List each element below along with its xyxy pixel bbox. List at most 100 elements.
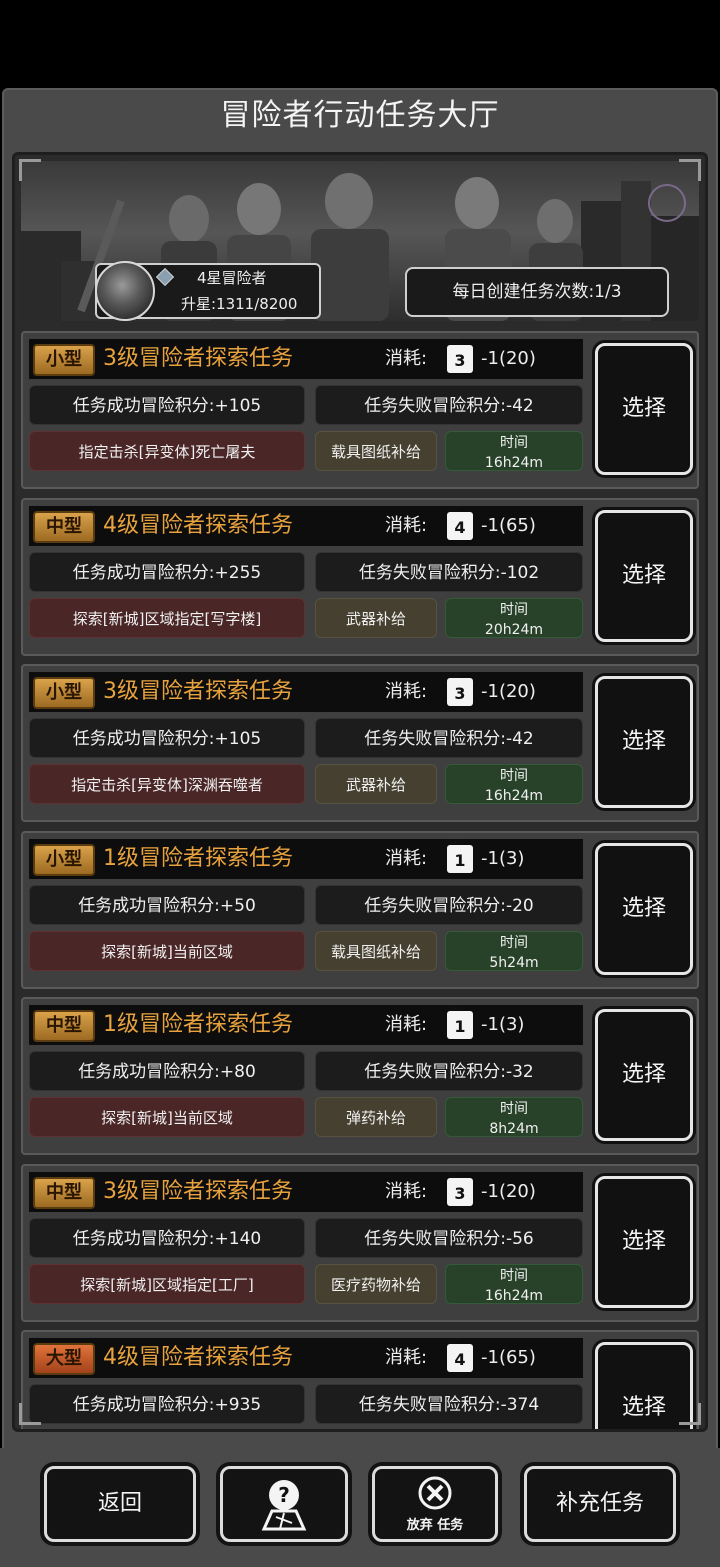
task-reward: 医疗药物补给 [315,1264,437,1304]
task-name: 1级冒险者探索任务 [103,1012,293,1037]
task-name: 4级冒险者探索任务 [103,513,293,538]
task-time: 时间 16h24m [445,431,583,471]
cost-value: -1(20) [481,348,536,369]
level-card-icon: 1 [447,837,473,873]
success-points: 任务成功冒险积分:+935 [29,1384,305,1424]
task-size-badge: 大型 [33,1343,95,1375]
avatar[interactable] [95,261,155,321]
task-size-badge: 中型 [33,511,95,543]
select-button[interactable]: 选择 [595,676,693,808]
back-button[interactable]: 返回 [44,1466,196,1542]
time-value: 5h24m [489,955,539,971]
level-card-icon: 3 [447,1170,473,1206]
task-size-badge: 中型 [33,1010,95,1042]
level-card-icon: 4 [447,504,473,540]
task-name: 1级冒险者探索任务 [103,846,293,871]
task-reward: 载具图纸补给 [315,931,437,971]
task-list-frame[interactable]: 4星冒险者 升星:1311/8200 每日创建任务次数:1/3 小型 3级冒险者探… [12,152,708,1432]
select-button[interactable]: 选择 [595,1009,693,1141]
frame-corner [679,159,701,181]
select-button[interactable]: 选择 [595,1176,693,1308]
time-value: 16h24m [484,455,544,471]
time-label: 时间 [500,435,528,451]
cost-value: -1(20) [481,681,536,702]
time-label: 时间 [500,1101,528,1117]
cost-value: -1(65) [481,1347,536,1368]
abandon-task-button[interactable]: 放弃 任务 [372,1466,498,1542]
cost-value: -1(65) [481,515,536,536]
success-points: 任务成功冒险积分:+140 [29,1218,305,1258]
cost-label: 消耗: [385,681,428,702]
task-reward: 武器补给 [315,598,437,638]
select-button[interactable]: 选择 [595,843,693,975]
cost-label: 消耗: [385,1014,428,1035]
task-objective: 指定击杀[异变体]死亡屠夫 [29,431,305,471]
task-header: 大型 4级冒险者探索任务 消耗: 4 -1(65) [29,1336,583,1378]
task-reward: 武器补给 [315,764,437,804]
fail-points: 任务失败冒险积分:-42 [315,718,583,758]
task-size-badge: 小型 [33,844,95,876]
fail-points: 任务失败冒险积分:-374 [315,1384,583,1424]
success-points: 任务成功冒险积分:+80 [29,1051,305,1091]
task-size-badge: 小型 [33,344,95,376]
time-label: 时间 [500,768,528,784]
time-value: 16h24m [484,1288,544,1304]
page-title: 冒险者行动任务大厅 [220,98,500,133]
task-name: 3级冒险者探索任务 [103,1179,293,1204]
success-points: 任务成功冒险积分:+255 [29,552,305,592]
time-value: 16h24m [484,788,544,804]
task-reward: 弹药补给 [315,1097,437,1137]
success-points: 任务成功冒险积分:+105 [29,385,305,425]
task-time: 时间 20h24m [445,598,583,638]
daily-create-count: 每日创建任务次数:1/3 [405,267,669,317]
task-objective: 探索[新城]区域指定[工厂] [29,1264,305,1304]
task-header: 小型 1级冒险者探索任务 消耗: 1 -1(3) [29,837,583,879]
refill-task-button[interactable]: 补充任务 [524,1466,676,1542]
task-objective [29,1430,305,1432]
select-button[interactable]: 选择 [595,510,693,642]
task-objective: 探索[新城]区域指定[写字楼] [29,598,305,638]
task-time: 时间 8h24m [445,1097,583,1137]
time-value: 8h24m [489,1121,539,1137]
level-card-icon: 1 [447,1003,473,1039]
abandon-task-label: 放弃 任务 [406,1518,464,1533]
back-label: 返回 [97,1491,142,1516]
success-points: 任务成功冒险积分:+105 [29,718,305,758]
task-time: 时间 16h24m [445,1264,583,1304]
task-objective: 探索[新城]当前区域 [29,1097,305,1137]
task-header: 中型 4级冒险者探索任务 消耗: 4 -1(65) [29,504,583,546]
cost-label: 消耗: [385,1181,428,1202]
task-header: 中型 1级冒险者探索任务 消耗: 1 -1(3) [29,1003,583,1045]
frame-corner [19,1403,41,1425]
task-card: 小型 3级冒险者探索任务 消耗: 3 -1(20) 任务成功冒险积分:+105任务失败冒险… [21,664,699,822]
help-button[interactable]: ? [220,1466,348,1542]
time-label: 时间 [500,935,528,951]
close-circle-icon [417,1475,453,1515]
time-value: 20h24m [484,622,544,638]
cost-value: -1(3) [481,848,525,869]
refill-task-label: 补充任务 [555,1491,644,1516]
gem-icon [155,267,175,287]
task-time: 时间 16h24m [445,764,583,804]
task-reward [315,1430,437,1432]
level-card-icon: 3 [447,337,473,373]
task-card: 中型 4级冒险者探索任务 消耗: 4 -1(65) 任务成功冒险积分:+255任务失败冒险… [21,498,699,656]
task-time [445,1430,583,1432]
task-size-badge: 中型 [33,1177,95,1209]
level-card-icon: 4 [447,1336,473,1372]
cost-label: 消耗: [385,1347,428,1368]
fail-points: 任务失败冒险积分:-42 [315,385,583,425]
frame-corner [19,159,41,181]
task-header: 中型 3级冒险者探索任务 消耗: 3 -1(20) [29,1170,583,1212]
task-time: 时间 5h24m [445,931,583,971]
rank-title: 4星冒险者 [197,269,267,287]
select-button[interactable]: 选择 [595,343,693,475]
success-points: 任务成功冒险积分:+50 [29,885,305,925]
cost-value: -1(3) [481,1014,525,1035]
fail-points: 任务失败冒险积分:-20 [315,885,583,925]
level-card-icon: 3 [447,670,473,706]
help-map-icon: ? [254,1475,314,1539]
task-objective: 指定击杀[异变体]深渊吞噬者 [29,764,305,804]
rank-box[interactable]: 4星冒险者 升星:1311/8200 [95,261,321,321]
time-label: 时间 [500,602,528,618]
